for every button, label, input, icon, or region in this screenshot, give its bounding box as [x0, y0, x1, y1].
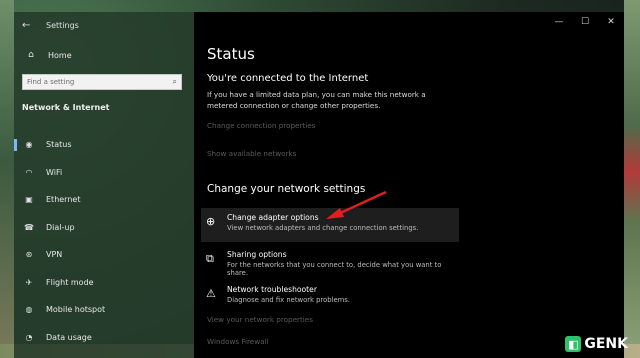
genk-logo-icon: ◧	[565, 336, 582, 352]
sidebar-item-status[interactable]: ◉ Status	[14, 131, 194, 159]
app-title: Settings	[46, 20, 79, 30]
sidebar-item-ethernet[interactable]: ▣ Ethernet	[14, 186, 194, 214]
section-heading: Network & Internet	[22, 103, 110, 112]
connection-status-heading: You're connected to the Internet	[207, 73, 369, 84]
watermark-logo: ◧ GENK	[565, 336, 628, 352]
sidebar-item-label: Data usage	[46, 332, 92, 342]
nav-home[interactable]: ⌂ Home	[22, 50, 72, 60]
sidebar-item-wifi[interactable]: ◠ WiFi	[14, 159, 194, 187]
sidebar-item-label: Dial-up	[46, 222, 75, 232]
sidebar-item-dialup[interactable]: ☎ Dial-up	[14, 214, 194, 242]
annotation-arrow-shaft	[335, 190, 387, 217]
sidebar-item-flight-mode[interactable]: ✈ Flight mode	[14, 269, 194, 297]
sidebar: ← Settings ⌂ Home ⌕ Network & Internet ◉…	[14, 12, 194, 358]
sidebar-item-label: WiFi	[46, 167, 63, 177]
maximize-button[interactable]: ☐	[572, 12, 598, 32]
search-icon[interactable]: ⌕	[173, 77, 177, 87]
sharing-icon: ⧉	[206, 252, 214, 265]
annotation-arrow-head	[326, 208, 344, 219]
windows-firewall-link[interactable]: Windows Firewall	[207, 337, 268, 346]
titlebar: ← Settings	[22, 17, 79, 33]
sharing-options[interactable]: ⧉ Sharing options For the networks that …	[201, 245, 459, 279]
sidebar-item-mobile-hotspot[interactable]: ◍ Mobile hotspot	[14, 296, 194, 324]
dialup-icon: ☎	[24, 222, 34, 232]
wifi-icon: ◠	[25, 167, 33, 177]
data-usage-icon: ◔	[25, 332, 33, 342]
watermark-text: GENK	[584, 336, 628, 352]
change-connection-properties-link[interactable]: Change connection properties	[207, 121, 315, 130]
main-content: — ☐ ✕ Status You're connected to the Int…	[194, 12, 624, 358]
adapter-icon: ⊕	[206, 215, 216, 228]
home-icon: ⌂	[28, 50, 34, 60]
option-description: View network adapters and change connect…	[227, 224, 419, 232]
back-arrow-icon[interactable]: ←	[22, 20, 38, 31]
sidebar-item-vpn[interactable]: ⊛ VPN	[14, 241, 194, 269]
sidebar-item-label: Mobile hotspot	[46, 305, 106, 315]
close-button[interactable]: ✕	[598, 12, 624, 32]
option-title: Network troubleshooter	[227, 285, 317, 294]
nav-list: ◉ Status ◠ WiFi ▣ Ethernet ☎ Dial-up ⊛ V…	[14, 131, 194, 351]
sidebar-item-data-usage[interactable]: ◔ Data usage	[14, 324, 194, 352]
network-troubleshooter[interactable]: ⚠ Network troubleshooter Diagnose and fi…	[201, 280, 459, 314]
sidebar-item-label: Flight mode	[46, 277, 94, 287]
view-network-properties-link[interactable]: View your network properties	[207, 315, 313, 324]
option-description: Diagnose and fix network problems.	[227, 296, 350, 304]
search-input[interactable]	[27, 75, 162, 89]
desktop-background-right	[624, 0, 640, 358]
connection-status-description: If you have a limited data plan, you can…	[207, 90, 426, 110]
page-title: Status	[207, 45, 255, 63]
vpn-icon: ⊛	[25, 250, 33, 260]
nav-home-label: Home	[48, 50, 72, 60]
sidebar-item-label: Status	[46, 140, 72, 150]
warning-icon: ⚠	[206, 287, 216, 300]
option-title: Change adapter options	[227, 213, 319, 222]
globe-icon: ◉	[25, 140, 33, 150]
search-box[interactable]: ⌕	[22, 74, 182, 90]
show-available-networks-link[interactable]: Show available networks	[207, 149, 296, 158]
annotation-arrow	[326, 190, 387, 219]
airplane-icon: ✈	[25, 277, 33, 287]
settings-window: ← Settings ⌂ Home ⌕ Network & Internet ◉…	[14, 12, 624, 358]
option-description: For the networks that you connect to, de…	[227, 261, 442, 277]
ethernet-icon: ▣	[25, 195, 33, 205]
sidebar-item-label: VPN	[46, 250, 63, 260]
minimize-button[interactable]: —	[546, 12, 572, 32]
window-controls: — ☐ ✕	[546, 12, 624, 32]
hotspot-icon: ◍	[25, 305, 33, 315]
desktop-background-left	[0, 0, 14, 358]
sidebar-item-label: Ethernet	[46, 195, 81, 205]
option-title: Sharing options	[227, 250, 287, 259]
